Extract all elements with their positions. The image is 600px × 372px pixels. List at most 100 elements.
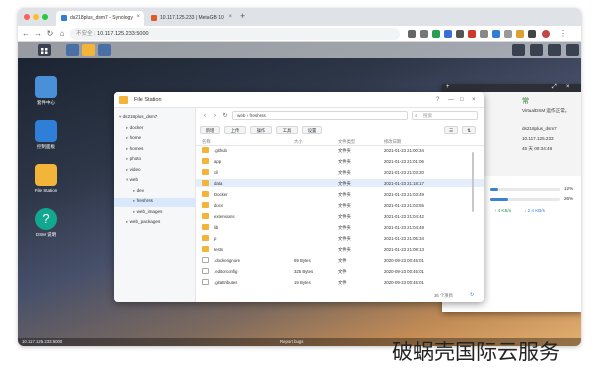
file-row[interactable]: .editorconfig 325 Bytes 文件 2020-09-23 00:45… bbox=[196, 267, 484, 275]
help-button[interactable]: ? bbox=[436, 92, 439, 108]
tab-label: ds218plus_dsm7 - Synology bbox=[70, 15, 133, 21]
tab-close-icon[interactable]: × bbox=[228, 14, 232, 20]
extension-icon[interactable] bbox=[456, 30, 464, 38]
forward-icon[interactable]: › bbox=[210, 111, 220, 121]
close-button[interactable]: × bbox=[472, 92, 476, 108]
tree-item[interactable]: ▸ docker bbox=[114, 125, 196, 134]
main-menu-icon[interactable] bbox=[38, 44, 51, 56]
package-center-icon bbox=[35, 76, 57, 98]
tree-item[interactable]: ▸ dev bbox=[114, 188, 196, 197]
file-type: 文件 bbox=[338, 279, 347, 285]
ram-usage-label: 26% bbox=[564, 196, 574, 201]
path-bar[interactable]: web › freshrss bbox=[232, 111, 408, 120]
file-row[interactable]: .github 文件夹 2021-01-23 21:00:34 bbox=[196, 146, 484, 154]
taskbar-app-icon[interactable] bbox=[98, 44, 111, 56]
tree-item[interactable]: ▸ home bbox=[114, 135, 196, 144]
extension-icon[interactable] bbox=[504, 30, 512, 38]
desktop-app-control-panel[interactable]: 控制面板 bbox=[28, 120, 64, 150]
search-icon[interactable] bbox=[548, 44, 561, 56]
widget-settings-icon[interactable]: ⤢ bbox=[552, 84, 557, 91]
create-button[interactable]: 新增 bbox=[200, 126, 220, 134]
add-widget-icon[interactable]: + bbox=[446, 84, 450, 90]
tab-close-icon[interactable]: × bbox=[136, 14, 140, 20]
desktop-app-file-station[interactable]: File Station bbox=[28, 164, 64, 193]
file-name: tests bbox=[214, 246, 224, 252]
extension-icon[interactable] bbox=[432, 30, 440, 38]
back-icon[interactable]: ‹ bbox=[200, 111, 210, 121]
extension-icon[interactable] bbox=[516, 30, 524, 38]
maximize-window-dot[interactable] bbox=[42, 14, 48, 20]
extension-icon[interactable] bbox=[444, 30, 452, 38]
extension-icon[interactable] bbox=[492, 30, 500, 38]
minimize-button[interactable]: — bbox=[448, 92, 454, 108]
refresh-list-icon[interactable]: ↻ bbox=[470, 292, 474, 298]
file-row[interactable]: .dockerignore 69 Bytes 文件 2020-09-23 00:45:… bbox=[196, 256, 484, 264]
control-panel-icon bbox=[35, 120, 57, 142]
browser-tab-dsm[interactable]: ds218plus_dsm7 - Synology × bbox=[56, 11, 144, 26]
file-row[interactable]: docs 文件夹 2021-01-23 21:03:55 bbox=[196, 201, 484, 209]
extension-icon[interactable] bbox=[480, 30, 488, 38]
tree-item[interactable]: ▾ web bbox=[114, 177, 196, 186]
dsm-desktop: 套件中心 控制面板 File Station ? DSM 说明 + ⤢ × 常 … bbox=[18, 42, 581, 346]
url-field[interactable]: 不安全 | 10.117.125.233:5000 bbox=[70, 28, 400, 40]
file-name: .editorconfig bbox=[214, 268, 238, 274]
search-field[interactable]: ⌕ 搜索 bbox=[412, 111, 478, 120]
tree-item[interactable]: ▸ web_images bbox=[114, 209, 196, 218]
new-tab-button[interactable]: + bbox=[240, 11, 245, 21]
refresh-icon[interactable]: ↻ bbox=[220, 111, 230, 121]
back-arrow-icon[interactable]: ← bbox=[21, 29, 31, 39]
tree-item[interactable]: ▸ photo bbox=[114, 156, 196, 165]
widget-close-icon[interactable]: × bbox=[566, 84, 570, 90]
file-row[interactable]: cli 文件夹 2021-01-23 21:03:20 bbox=[196, 168, 484, 176]
view-mode-button[interactable]: ☰ bbox=[444, 126, 458, 134]
cpu-usage-bar bbox=[490, 188, 560, 191]
profile-avatar[interactable] bbox=[542, 30, 550, 38]
browser-menu-icon[interactable]: ⋮ bbox=[558, 29, 568, 39]
sort-button[interactable]: ⇅ bbox=[462, 126, 476, 134]
close-window-dot[interactable] bbox=[24, 14, 30, 20]
desktop-app-dsm-help[interactable]: ? DSM 说明 bbox=[28, 208, 64, 238]
maximize-button[interactable]: □ bbox=[460, 92, 464, 108]
extension-icon[interactable] bbox=[468, 30, 476, 38]
file-row[interactable]: lib 文件夹 2021-01-23 21:04:49 bbox=[196, 223, 484, 231]
tree-item-label: web_packages bbox=[129, 219, 161, 224]
tree-item[interactable]: ▸ freshrss bbox=[114, 198, 196, 207]
widgets-icon[interactable] bbox=[566, 44, 579, 56]
browser-tab-metagb[interactable]: 10.117.125.233 | MetaGB 10 × bbox=[146, 11, 236, 26]
home-icon[interactable]: ⌂ bbox=[57, 29, 67, 39]
upload-button[interactable]: 上传 bbox=[224, 126, 246, 134]
reload-icon[interactable]: ↻ bbox=[45, 29, 55, 39]
desktop-app-package-center[interactable]: 套件中心 bbox=[28, 76, 64, 106]
tree-item[interactable]: ▾ ds218plus_dsm7 bbox=[114, 114, 196, 123]
synology-favicon-icon bbox=[61, 15, 67, 21]
taskbar-filestation-icon[interactable] bbox=[82, 44, 95, 56]
folder-icon bbox=[202, 246, 209, 252]
file-row[interactable]: .gitattributes 19 Bytes 文件 2020-09-23 00:45… bbox=[196, 278, 484, 286]
file-row[interactable]: data 文件夹 2021-01-23 21:18:17 bbox=[196, 179, 484, 188]
user-icon[interactable] bbox=[530, 44, 543, 56]
minimize-window-dot[interactable] bbox=[33, 14, 39, 20]
forward-arrow-icon[interactable]: → bbox=[33, 29, 43, 39]
tree-item[interactable]: ▸ video bbox=[114, 167, 196, 176]
file-row[interactable]: Docker 文件夹 2021-01-23 21:03:49 bbox=[196, 190, 484, 198]
file-row[interactable]: tests 文件夹 2021-01-23 21:08:13 bbox=[196, 245, 484, 253]
tree-item[interactable]: ▸ web_packages bbox=[114, 219, 196, 228]
scrollbar[interactable] bbox=[472, 152, 474, 212]
file-row[interactable]: extensions 文件夹 2021-01-23 21:04:42 bbox=[196, 212, 484, 220]
file-row[interactable]: app 文件夹 2021-01-23 21:01:06 bbox=[196, 157, 484, 165]
extension-icon[interactable] bbox=[420, 30, 428, 38]
taskbar-app-icon[interactable] bbox=[66, 44, 79, 56]
action-button[interactable]: 操作 bbox=[250, 126, 272, 134]
tree-item[interactable]: ▸ homes bbox=[114, 146, 196, 155]
report-bugs-link[interactable]: Report bugs bbox=[280, 339, 303, 344]
tools-button[interactable]: 工具 bbox=[276, 126, 298, 134]
extension-icon[interactable] bbox=[408, 30, 416, 38]
notification-icon[interactable] bbox=[512, 44, 525, 56]
file-name: Docker bbox=[214, 191, 228, 197]
extension-icon[interactable] bbox=[528, 30, 536, 38]
widget-hostname: ds218plus_dsm7 bbox=[522, 126, 557, 131]
settings-button[interactable]: 设置 bbox=[302, 126, 322, 134]
file-row[interactable]: p 文件夹 2021-01-23 21:05:34 bbox=[196, 234, 484, 242]
folder-icon bbox=[202, 169, 209, 175]
tree-item-label: photo bbox=[129, 156, 142, 161]
